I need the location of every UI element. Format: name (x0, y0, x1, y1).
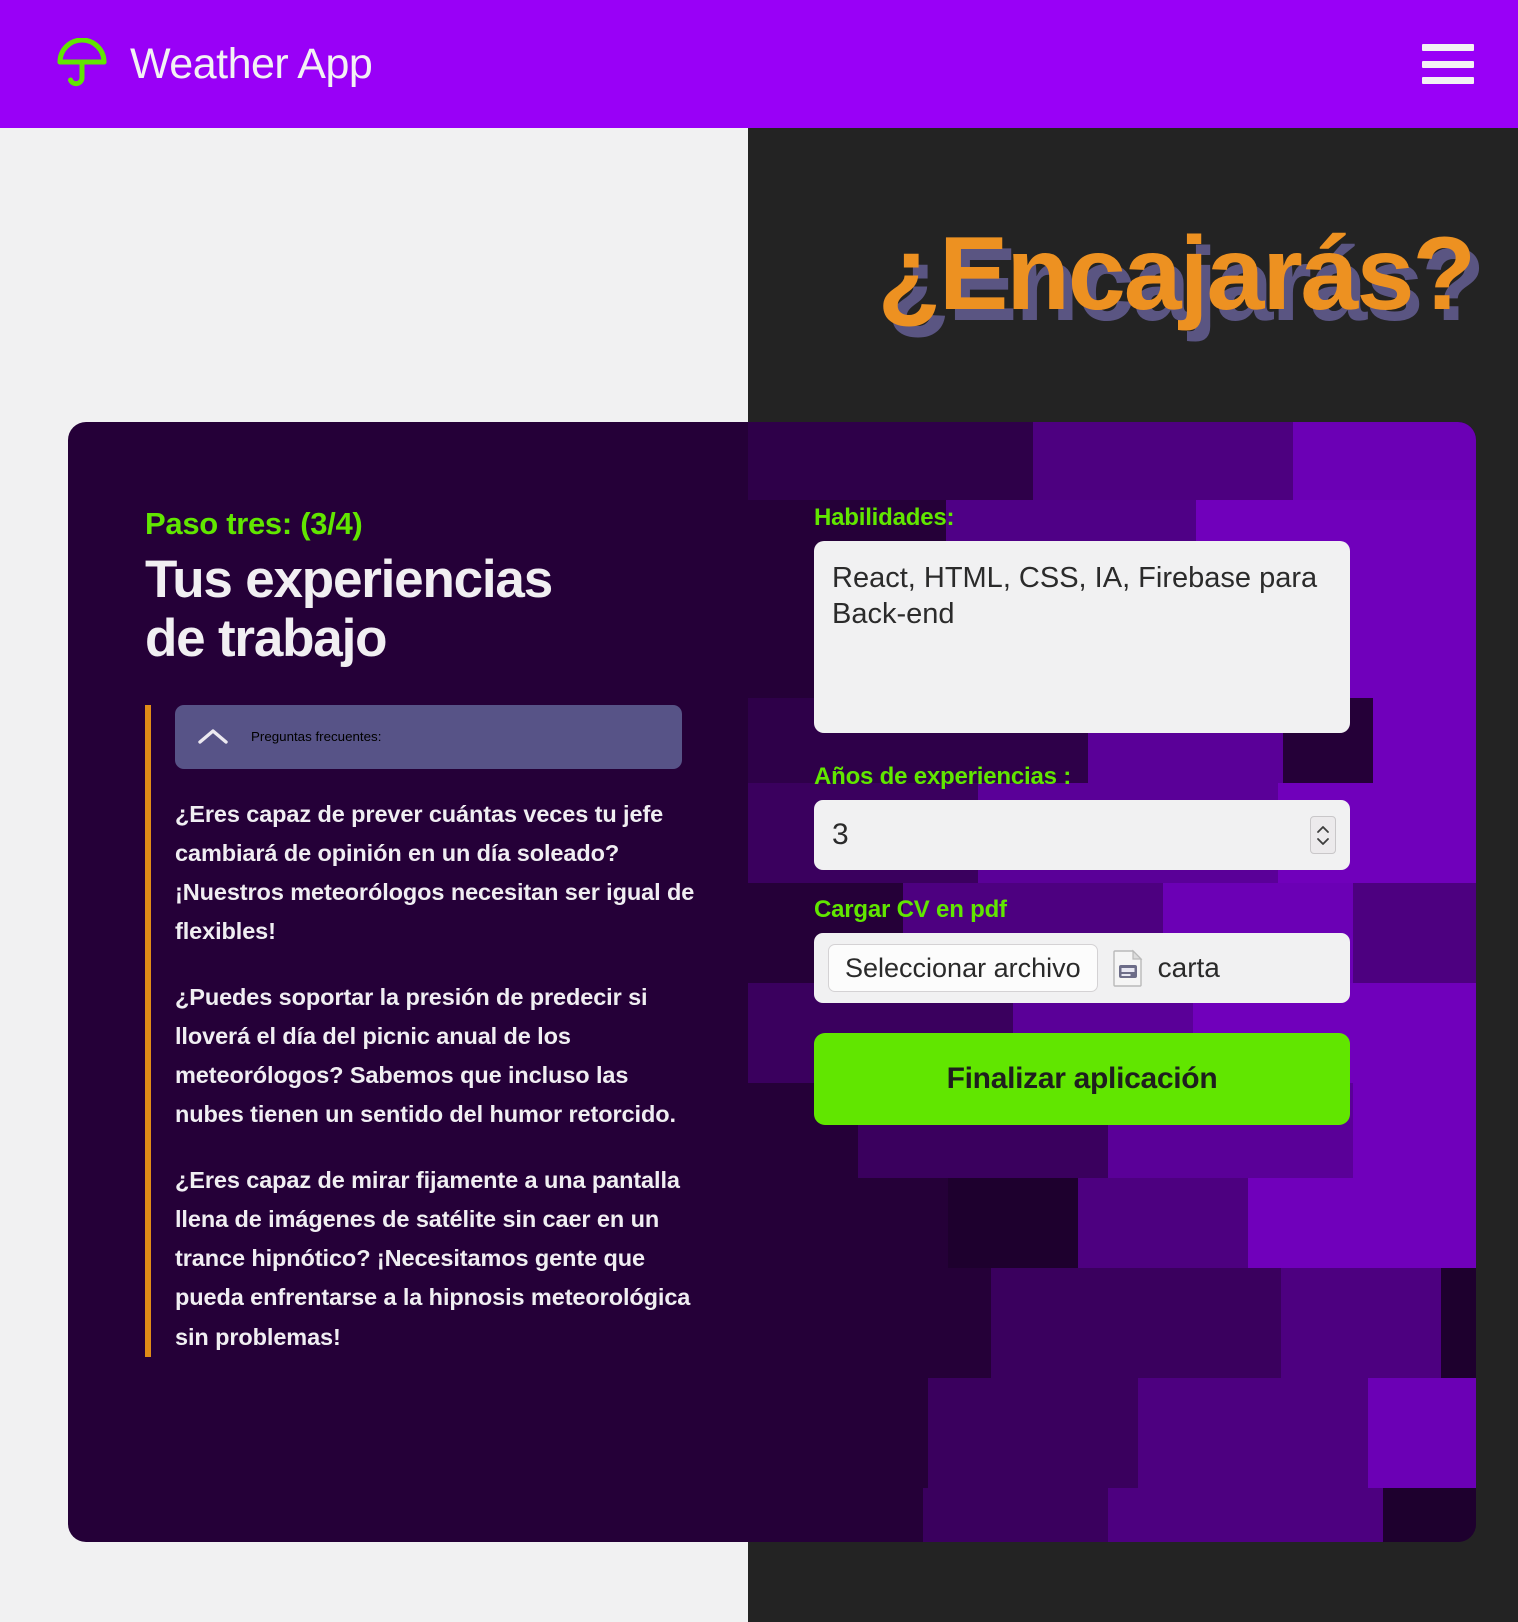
spinner-up-arrow-icon[interactable] (1316, 825, 1330, 834)
faq-accordion: Preguntas frecuentes: ¿Eres capaz de pre… (145, 704, 714, 1357)
spinner-updown-icon[interactable] (1310, 816, 1336, 854)
chevron-up-icon (198, 729, 228, 744)
years-label: Años de experiencias : (814, 763, 1072, 790)
cv-upload-label: Cargar CV en pdf (814, 896, 1007, 923)
faq-paragraph: ¿Puedes soportar la presión de predecir … (175, 983, 676, 1128)
brand-area[interactable]: Weather App (56, 38, 373, 90)
page-root: Weather App ¿Encajarás? Paso tres: (3/4)… (0, 0, 1518, 1622)
cv-upload-row: Cargar CV en pdf Seleccionar archivo car… (814, 896, 1350, 1003)
hamburger-bar (1422, 77, 1474, 84)
faq-accordion-label: Preguntas frecuentes: (251, 729, 382, 745)
hamburger-bar (1422, 60, 1474, 68)
app-title: Weather App (130, 39, 373, 88)
years-input[interactable] (814, 800, 1350, 870)
skills-label: Habilidades: (814, 504, 955, 531)
faq-paragraph: ¿Eres capaz de mirar fijamente a una pan… (175, 1166, 691, 1350)
card-right-column: Habilidades: Años de experiencias : (758, 422, 1476, 1542)
hamburger-menu-icon[interactable] (1422, 44, 1474, 84)
skills-textarea[interactable] (814, 541, 1350, 733)
file-input-control[interactable]: Seleccionar archivo carta (814, 933, 1350, 1003)
card-left-column: Paso tres: (3/4) Tus experiencias de tra… (68, 422, 758, 1542)
hamburger-bar (1422, 44, 1474, 51)
step-indicator: Paso tres: (3/4) (145, 506, 363, 541)
select-file-button[interactable]: Seleccionar archivo (828, 944, 1098, 992)
document-file-icon (1112, 949, 1143, 987)
selected-file-name: carta (1157, 952, 1220, 983)
submit-application-button[interactable]: Finalizar aplicación (814, 1033, 1350, 1125)
umbrella-icon (57, 38, 107, 87)
page-display-heading: ¿Encajarás? (877, 216, 1476, 332)
years-input-wrapper (814, 800, 1350, 870)
top-navigation-bar: Weather App (0, 0, 1518, 128)
faq-accordion-toggle[interactable]: Preguntas frecuentes: (175, 704, 682, 769)
years-field-row: Años de experiencias : (814, 763, 1350, 870)
faq-paragraph: ¿Eres capaz de prever cuántas veces tu j… (175, 800, 695, 945)
section-title: Tus experiencias de trabajo (145, 550, 553, 669)
spinner-down-arrow-icon[interactable] (1316, 837, 1330, 846)
application-form-card: Paso tres: (3/4) Tus experiencias de tra… (68, 422, 1476, 1542)
